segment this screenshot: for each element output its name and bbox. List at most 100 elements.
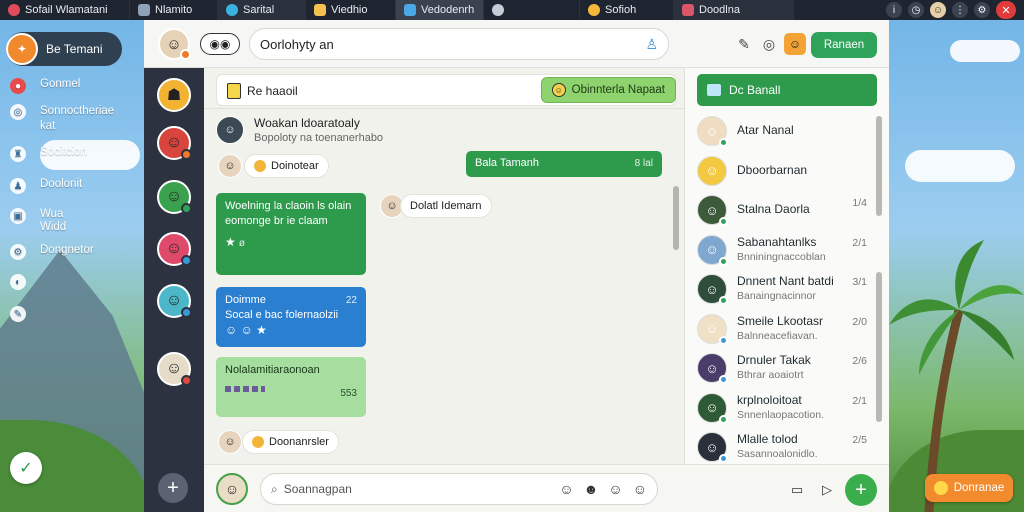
pin-icon: ⌕ [271,481,278,496]
tab-sofail[interactable]: Sofail Wlamatani [0,0,130,20]
image-icon: ▣ [10,208,26,224]
message-text: Socal e bac folernaolzii [225,309,339,321]
camera-icon[interactable]: ▭ [788,481,806,499]
brand-button[interactable]: ✦ Be Temani [6,32,122,66]
rail-avatar[interactable]: ☺ [157,180,192,214]
incoming-message[interactable]: Doimme 22 Socal e bac folernaolzii ☺ ☺ ★ [216,287,366,347]
incoming-message[interactable]: Nolalamitiaraonoan 553 [216,357,366,417]
tab-label: Doodlna [699,4,740,16]
face-icon[interactable]: ☺ [608,481,622,497]
composer: ☺ ⌕ Soannagpan ☺ ☻ ☺ ☺ ▭ ▷ + [204,464,889,512]
contact-item[interactable]: ☺ Smeile Lkootasr Balnneacefiavan. 2/0 [697,312,873,346]
contact-item[interactable]: ☺ Dboorbarnan [697,154,873,188]
contact-item[interactable]: ☺ Atar Nanal [697,114,873,148]
action-button[interactable]: Ranaen [811,32,877,58]
message-meta: 553 [340,388,357,399]
contacts-header[interactable]: Dc Banall [697,74,877,106]
contact-item[interactable]: ☺ Sabanahtanlks Bnniningnaccoblan 2/1 [697,233,873,267]
avatar: ☺ [697,274,728,305]
rail-avatar[interactable]: ☺ [157,284,192,318]
tab-sofioh[interactable]: Sofioh [580,0,674,20]
scroll-thumb[interactable] [876,272,882,422]
tab-compass[interactable] [484,0,580,20]
sidebar-item-dongnetor[interactable]: ⚙ Dongnetor [10,244,94,260]
rail-avatar[interactable]: ☺ [157,232,192,266]
tab-doodlna[interactable]: Doodlna [674,0,794,20]
more-icon[interactable]: ⋮ [952,2,968,18]
room-doc-icon [227,83,241,99]
user-avatar[interactable]: ☺ [930,2,946,18]
cloud [905,150,1015,182]
edit-icon[interactable]: ✎ [734,34,754,54]
contact-item[interactable]: ☺ Stalna Daorla 1/4 [697,193,873,227]
sidebar-item-shield[interactable]: ◐ [10,274,26,290]
rail-avatar[interactable]: ☺ [157,352,192,386]
contact-preview: Bthrar aoaiotrt [737,369,804,381]
sidebar-item-socitcion[interactable]: ♜ Socitcion [10,146,87,162]
contact-item[interactable]: ☺ Dnnent Nant batdi Banaingnacinnor 3/1 [697,272,873,306]
donate-button[interactable]: Donranae [925,474,1013,502]
message-input[interactable]: ⌕ Soannagpan ☺ ☻ ☺ ☺ [260,473,658,505]
sidebar-item-wua[interactable]: ▣ Wua Widd [10,208,66,234]
tab-vedodenrh[interactable]: Vedodenrh [396,0,484,20]
user-pin-icon[interactable]: ♙ [645,36,658,53]
tab-sarital[interactable]: Sarital [218,0,306,20]
play-icon[interactable]: ▷ [818,481,836,499]
sidebar-item-pin[interactable]: ✎ [10,306,26,322]
check-button[interactable]: ✓ [10,452,42,484]
contacts-panel: Dc Banall ☺ Atar Nanal ☺ Dboorbarnan ☺ Stalna… [684,68,889,464]
sidebar-item-doolonit[interactable]: ♟ Doolonit [10,178,82,194]
smiley-button[interactable]: ☺ [784,33,806,55]
brand-logo-icon: ✦ [6,33,38,65]
send-button[interactable]: + [845,474,877,506]
sidebar-item-messages[interactable]: ◎ Sonnoctheriae kat [10,104,114,134]
tab-viedhio[interactable]: Viedhio [306,0,396,20]
emoji-toggle[interactable]: ◉◉ [200,33,240,55]
tab-label: Viedhio [331,4,368,16]
join-button[interactable]: ☺ Obinnterla Napaat [540,77,676,103]
search-input[interactable]: Oorlohyty an ♙ [249,28,669,60]
rail-avatar[interactable]: ☺ [157,126,192,160]
contact-item[interactable]: ☺ Drnuler Takak Bthrar aoaiotrt 2/6 [697,351,873,385]
chat-icon [404,4,416,16]
tab-label: Vedodenrh [421,4,475,16]
avatar[interactable]: ☺ [216,116,244,144]
clock-icon[interactable]: ◷ [908,2,924,18]
contact-preview: Bnniningnaccoblan [737,250,826,263]
add-conversation-button[interactable]: + [158,473,188,503]
smiley-icon [588,4,600,16]
scroll-thumb[interactable] [673,186,679,250]
message-chip[interactable]: Doinotear [244,154,329,178]
settings-icon[interactable]: ⚙ [974,2,990,18]
rail-avatar[interactable]: ☗ [157,78,191,112]
avatar[interactable]: ☺ [216,473,248,505]
avatar[interactable]: ☺ [218,430,242,454]
info-icon[interactable]: i [886,2,902,18]
sticker-icon[interactable]: ☻ [584,481,599,497]
yellow-doc-icon [314,4,326,16]
contact-name: Mlalle tolod [737,432,798,446]
scroll-thumb[interactable] [876,116,882,216]
contact-item[interactable]: ☺ krplnoloitoat Snnenlaopacotion. 2/1 [697,391,873,425]
sidebar-item-gonmel[interactable]: ● Gonmel [10,78,80,94]
message-chip[interactable]: Dolatl Idemarn [400,194,492,218]
contact-item[interactable]: ☺ Mlalle tolod Sasannoalonidlo. 2/5 [697,430,873,464]
tab-nlamito[interactable]: Nlamito [130,0,218,20]
emoji-icon[interactable]: ☺ [559,481,573,497]
close-icon[interactable]: ✕ [996,1,1016,19]
cloud [950,40,1020,62]
chat-scrollbar[interactable] [672,112,680,462]
avatar[interactable]: ☺ [218,154,242,178]
outgoing-message[interactable]: Bala Tamanh 8 lal [466,151,662,177]
message-chip[interactable]: Doonanrsler [242,430,339,454]
avatar: ☺ [697,116,728,147]
divider [204,108,684,109]
target-icon[interactable]: ◎ [759,34,779,54]
status-badge [181,149,192,160]
incoming-message[interactable]: Woelning la claoin ls olain eomonge br i… [216,193,366,275]
contacts-scrollbar[interactable] [875,112,883,458]
contact-preview: Banaingnacinnor [737,290,816,302]
avatar[interactable]: ☺ [158,28,191,60]
smile-icon[interactable]: ☺ [633,481,647,497]
conversation-rail: ☗ ☺ ☺ ☺ ☺ ☺ + [144,68,204,512]
